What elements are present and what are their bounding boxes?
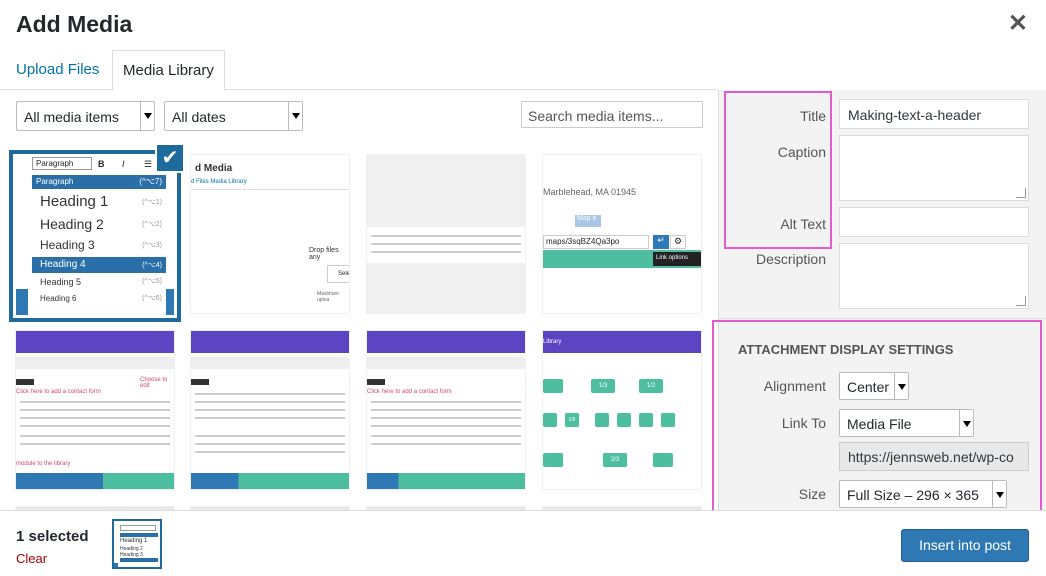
caption-field[interactable] [839,135,1029,201]
resize-handle-icon[interactable] [1016,188,1026,198]
menu-item-heading-6: Heading 6 (^⌥6) [40,294,162,303]
attachment-thumb[interactable]: Marblehead, MA 01945 Map it maps/3sqBZ4Q… [543,155,701,313]
chevron-down-icon [288,102,302,130]
check-icon[interactable]: ✔ [155,143,185,173]
thumb-image: Paragraph B I ☰ Paragraph (^⌥7) Heading 1… [16,157,174,315]
italic-icon: I [122,159,125,169]
menu-item-heading-2: Heading 2 (^⌥2) [40,216,162,232]
menu-item-heading-3: Heading 3 (^⌥3) [40,238,162,252]
modal-title: Add Media [16,11,133,37]
gear-icon: ⚙ [670,235,686,249]
bold-icon: B [98,159,105,169]
media-type-filter[interactable]: All media items [16,101,155,131]
attachment-thumb[interactable]: d Media d Files Media Library Drop files… [191,155,349,313]
attachment-thumb[interactable]: Click here to add a contact form [367,331,525,489]
tab-media-library[interactable]: Media Library [112,50,225,91]
tab-upload-files[interactable]: Upload Files [8,50,107,90]
description-field[interactable] [839,243,1029,309]
clear-selection-link[interactable]: Clear [16,551,47,566]
title-field[interactable]: Making-text-a-header [839,99,1029,129]
date-filter-value: All dates [172,109,226,125]
attachment-thumb[interactable] [367,155,525,313]
media-type-filter-value: All media items [24,109,119,125]
enter-icon: ↵ [653,235,669,249]
resize-handle-icon[interactable] [1016,296,1026,306]
media-toolbar-footer: 1 selected Clear Heading 1 Heading 2 Hea… [0,510,1046,576]
insert-into-post-button[interactable]: Insert into post [901,529,1029,562]
list-icon: ☰ [144,159,153,169]
selection-count: 1 selected [16,528,89,545]
modal-header: Add Media ✕ [0,0,1046,50]
alt-text-field[interactable] [839,207,1029,237]
date-filter[interactable]: All dates [164,101,303,131]
search-placeholder: Search media items... [528,108,664,124]
paragraph-dropdown: Paragraph [32,157,92,170]
menu-item-paragraph: Paragraph (^⌥7) [32,175,166,189]
search-input[interactable]: Search media items... [521,101,703,128]
highlight-box [724,91,832,249]
media-router: Upload Files Media Library [0,50,718,91]
menu-item-heading-5: Heading 5 (^⌥5) [40,277,162,287]
chevron-down-icon [140,102,154,130]
close-icon[interactable]: ✕ [1008,12,1028,36]
description-label: Description [755,251,826,267]
menu-item-heading-1: Heading 1 (^⌥1) [40,193,162,210]
attachment-thumb[interactable] [191,331,349,489]
selection-thumbnail[interactable]: Heading 1 Heading 2 Heading 3 [112,519,162,569]
menu-item-heading-4: Heading 4 (^⌥4) [32,257,166,273]
attachment-thumb[interactable]: Choose to edit Click here to add a conta… [16,331,174,489]
attachment-thumb-selected[interactable]: Paragraph B I ☰ Paragraph (^⌥7) Heading 1… [16,157,174,315]
attachment-thumb[interactable]: Library 1/3 1/2 1/5 2/3 [543,331,701,489]
